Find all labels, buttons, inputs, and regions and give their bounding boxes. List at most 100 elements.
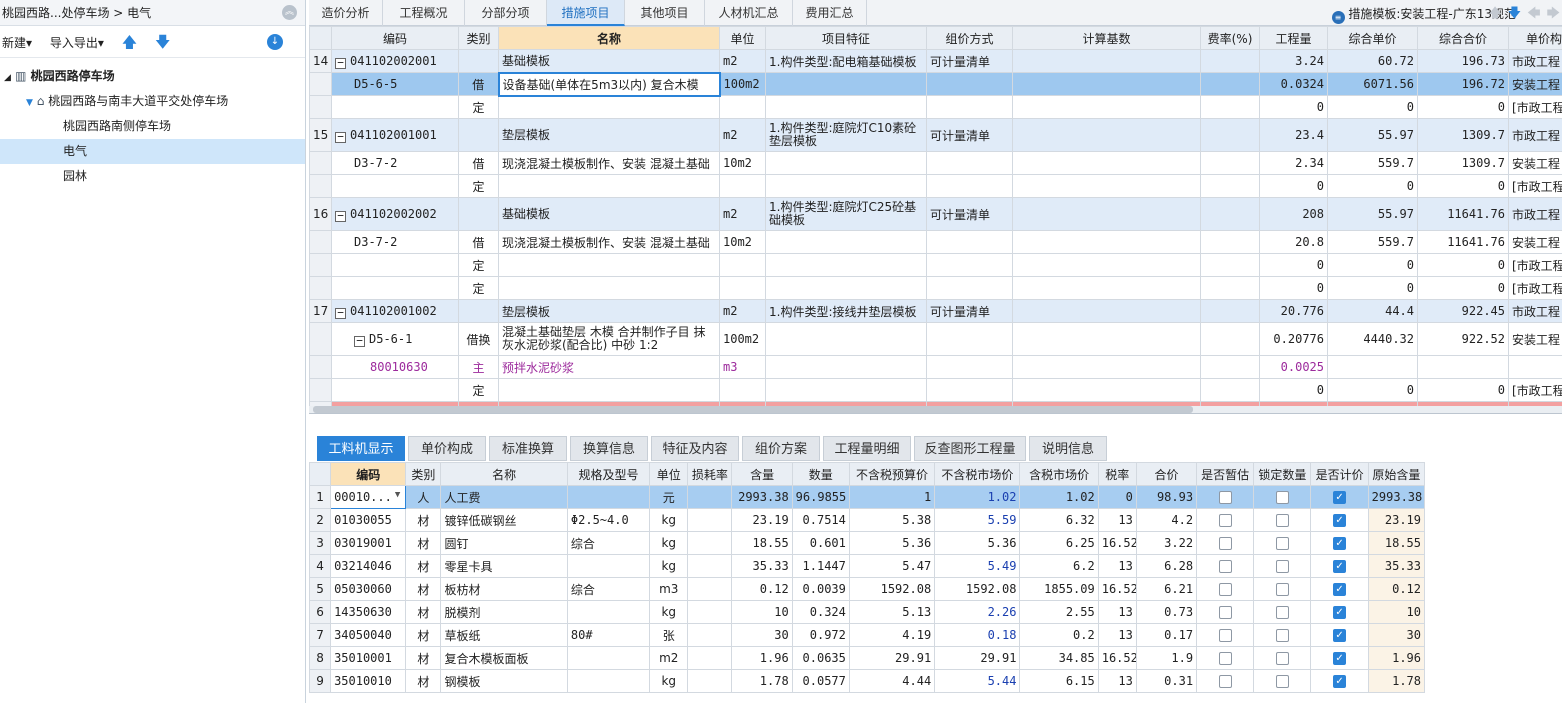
cell-feature[interactable] xyxy=(765,72,927,96)
collapse-toggle-icon[interactable]: − xyxy=(354,335,365,347)
cell-spec[interactable] xyxy=(566,646,651,670)
cell-market[interactable]: 1.02 xyxy=(934,485,1021,509)
temp-checkbox[interactable] xyxy=(1218,652,1232,665)
col-rate[interactable]: 费率(%) xyxy=(1200,26,1260,50)
cell-content[interactable]: 23.19 xyxy=(731,508,793,532)
cell-qty[interactable]: 0.20776 xyxy=(1259,322,1328,356)
tree-item-electric[interactable]: 电气 xyxy=(0,139,305,164)
cell-market[interactable]: 5.36 xyxy=(934,531,1021,555)
cell-loss[interactable] xyxy=(687,669,733,693)
cell-tax[interactable]: 16.52 xyxy=(1097,646,1137,670)
cell-qty[interactable]: 2.34 xyxy=(1259,151,1328,175)
cell-uprice[interactable]: 6071.56 xyxy=(1327,72,1418,96)
cell-tax[interactable]: 13 xyxy=(1097,508,1137,532)
col-lock[interactable]: 锁定数量 xyxy=(1253,462,1312,486)
priced-checkbox[interactable]: ✓ xyxy=(1333,583,1347,596)
col-total[interactable]: 综合合价 xyxy=(1417,26,1509,50)
cell-struct[interactable]: 安装工程 xyxy=(1508,322,1562,356)
cell-type[interactable]: 定 xyxy=(458,95,499,119)
cell-uprice[interactable]: 55.97 xyxy=(1327,118,1418,152)
cell-code[interactable]: − D5-6-1 xyxy=(331,322,459,356)
cell-total[interactable]: 6.21 xyxy=(1135,577,1198,601)
cell-unit[interactable]: kg xyxy=(649,531,689,555)
cell-code[interactable] xyxy=(331,174,459,198)
table-row[interactable]: 16−041102002002 基础模板 m2 1.构件类型:庭院灯C25砼基础模板可… xyxy=(309,197,1562,231)
cell-type[interactable]: 材 xyxy=(405,577,442,601)
cell-method[interactable] xyxy=(926,72,1013,96)
cell-uprice[interactable]: 44.4 xyxy=(1327,299,1418,323)
cell-spec[interactable] xyxy=(566,485,651,509)
cell-orig[interactable]: 10 xyxy=(1367,600,1426,624)
col-market[interactable]: 不含税市场价 xyxy=(934,462,1021,486)
scroll-thumb[interactable] xyxy=(313,406,1193,413)
cell-code[interactable]: 03214046 xyxy=(330,554,407,578)
col-unit[interactable]: 单位 xyxy=(719,26,766,50)
cell-name[interactable]: 垫层模板 xyxy=(498,118,720,152)
cell-unit[interactable]: 元 xyxy=(649,485,689,509)
tab-features[interactable]: 特征及内容 xyxy=(651,436,739,461)
cell-rate[interactable] xyxy=(1200,299,1260,323)
tree-item-garden[interactable]: 园林 xyxy=(0,164,305,189)
lock-checkbox[interactable] xyxy=(1275,583,1289,596)
cell-code[interactable] xyxy=(331,253,459,277)
nav-right-icon[interactable]: 🡆 xyxy=(1547,6,1560,21)
cell-code[interactable] xyxy=(331,378,459,402)
cell-tax[interactable]: 16.52 xyxy=(1097,531,1137,555)
cell-code[interactable]: 35010010 xyxy=(330,669,407,693)
cell-tax_market[interactable]: 34.85 xyxy=(1019,646,1099,670)
cell-base[interactable] xyxy=(1012,49,1201,73)
cell-uprice[interactable] xyxy=(1327,355,1418,379)
cell-method[interactable] xyxy=(926,174,1013,198)
cell-unit[interactable]: m2 xyxy=(719,49,766,73)
cell-code[interactable]: 14350630 xyxy=(330,600,407,624)
cell-total[interactable]: 1309.7 xyxy=(1417,118,1509,152)
cell-struct[interactable]: 安装工程 xyxy=(1508,151,1562,175)
cell-name[interactable]: 脱模剂 xyxy=(440,600,568,624)
cell-orig[interactable]: 1.96 xyxy=(1367,646,1426,670)
expand-arrow-icon[interactable]: ◢ xyxy=(4,73,11,83)
collapse-toggle-icon[interactable]: − xyxy=(335,210,346,222)
col-loss[interactable]: 损耗率 xyxy=(687,462,733,486)
cell-unit[interactable]: 张 xyxy=(649,623,689,647)
cell-base[interactable] xyxy=(1012,118,1201,152)
priced-checkbox[interactable]: ✓ xyxy=(1333,491,1347,504)
cell-orig[interactable]: 2993.38 xyxy=(1367,485,1426,509)
cell-name[interactable]: 现浇混凝土模板制作、安装 混凝土基础 xyxy=(498,230,720,254)
cell-rate[interactable] xyxy=(1200,72,1260,96)
cell-uprice[interactable]: 60.72 xyxy=(1327,49,1418,73)
cell-total[interactable]: 3.22 xyxy=(1135,531,1198,555)
cell-name[interactable] xyxy=(498,95,720,119)
cell-feature[interactable]: 1.构件类型:庭院灯C25砼基础模板 xyxy=(765,197,927,231)
collapse-toggle-icon[interactable]: − xyxy=(335,307,346,319)
cell-unit[interactable]: m2 xyxy=(649,646,689,670)
cell-tax[interactable]: 13 xyxy=(1097,600,1137,624)
tree-item-project[interactable]: ▼ ⌂ 桃园西路与南丰大道平交处停车场 xyxy=(0,89,305,114)
collapse-toggle-icon[interactable]: − xyxy=(335,57,346,69)
table-row[interactable]: 2 01030055 材镀锌低碳钢丝 Φ2.5~4.0 kg 23.19 0.7514 5.3… xyxy=(309,508,1426,532)
col-base[interactable]: 计算基数 xyxy=(1012,26,1201,50)
cell-spec[interactable]: 综合 xyxy=(566,531,651,555)
cell-type[interactable]: 定 xyxy=(458,378,499,402)
cell-qty[interactable]: 0.0324 xyxy=(1259,72,1328,96)
move-down-icon[interactable]: 🡇 xyxy=(155,33,170,51)
cell-struct[interactable]: 安装工程 xyxy=(1508,230,1562,254)
cell-rate[interactable] xyxy=(1200,151,1260,175)
tab-notes[interactable]: 说明信息 xyxy=(1029,436,1107,461)
cell-qty[interactable]: 0 xyxy=(1259,253,1328,277)
cell-name[interactable]: 钢模板 xyxy=(440,669,568,693)
cell-unit[interactable]: m3 xyxy=(649,577,689,601)
cell-total[interactable]: 0 xyxy=(1417,95,1509,119)
cell-type[interactable]: 材 xyxy=(405,531,442,555)
cell-method[interactable]: 可计量清单 xyxy=(926,118,1013,152)
collapse-panel-icon[interactable]: ︽ xyxy=(282,5,297,20)
table-row[interactable]: D3-7-2 借现浇混凝土模板制作、安装 混凝土基础 10m2 20.8 559.7 11… xyxy=(309,230,1562,254)
cell-qty[interactable]: 0.0039 xyxy=(791,577,850,601)
cell-name[interactable]: 现浇混凝土模板制作、安装 混凝土基础 xyxy=(498,151,720,175)
cell-qty[interactable]: 208 xyxy=(1259,197,1328,231)
table-row[interactable]: 定 0 0 0 [市政工程 xyxy=(309,174,1562,198)
cell-feature[interactable]: 1.构件类型:庭院灯C10素砼垫层模板 xyxy=(765,118,927,152)
col-budget[interactable]: 不含税预算价 xyxy=(848,462,936,486)
tab-std-conversion[interactable]: 标准换算 xyxy=(489,436,567,461)
cell-orig[interactable]: 18.55 xyxy=(1367,531,1426,555)
table-row[interactable]: 1 00010... ▼ 人人工费元 2993.38 96.9855 1 1.02 1.02 0 9… xyxy=(309,485,1426,509)
